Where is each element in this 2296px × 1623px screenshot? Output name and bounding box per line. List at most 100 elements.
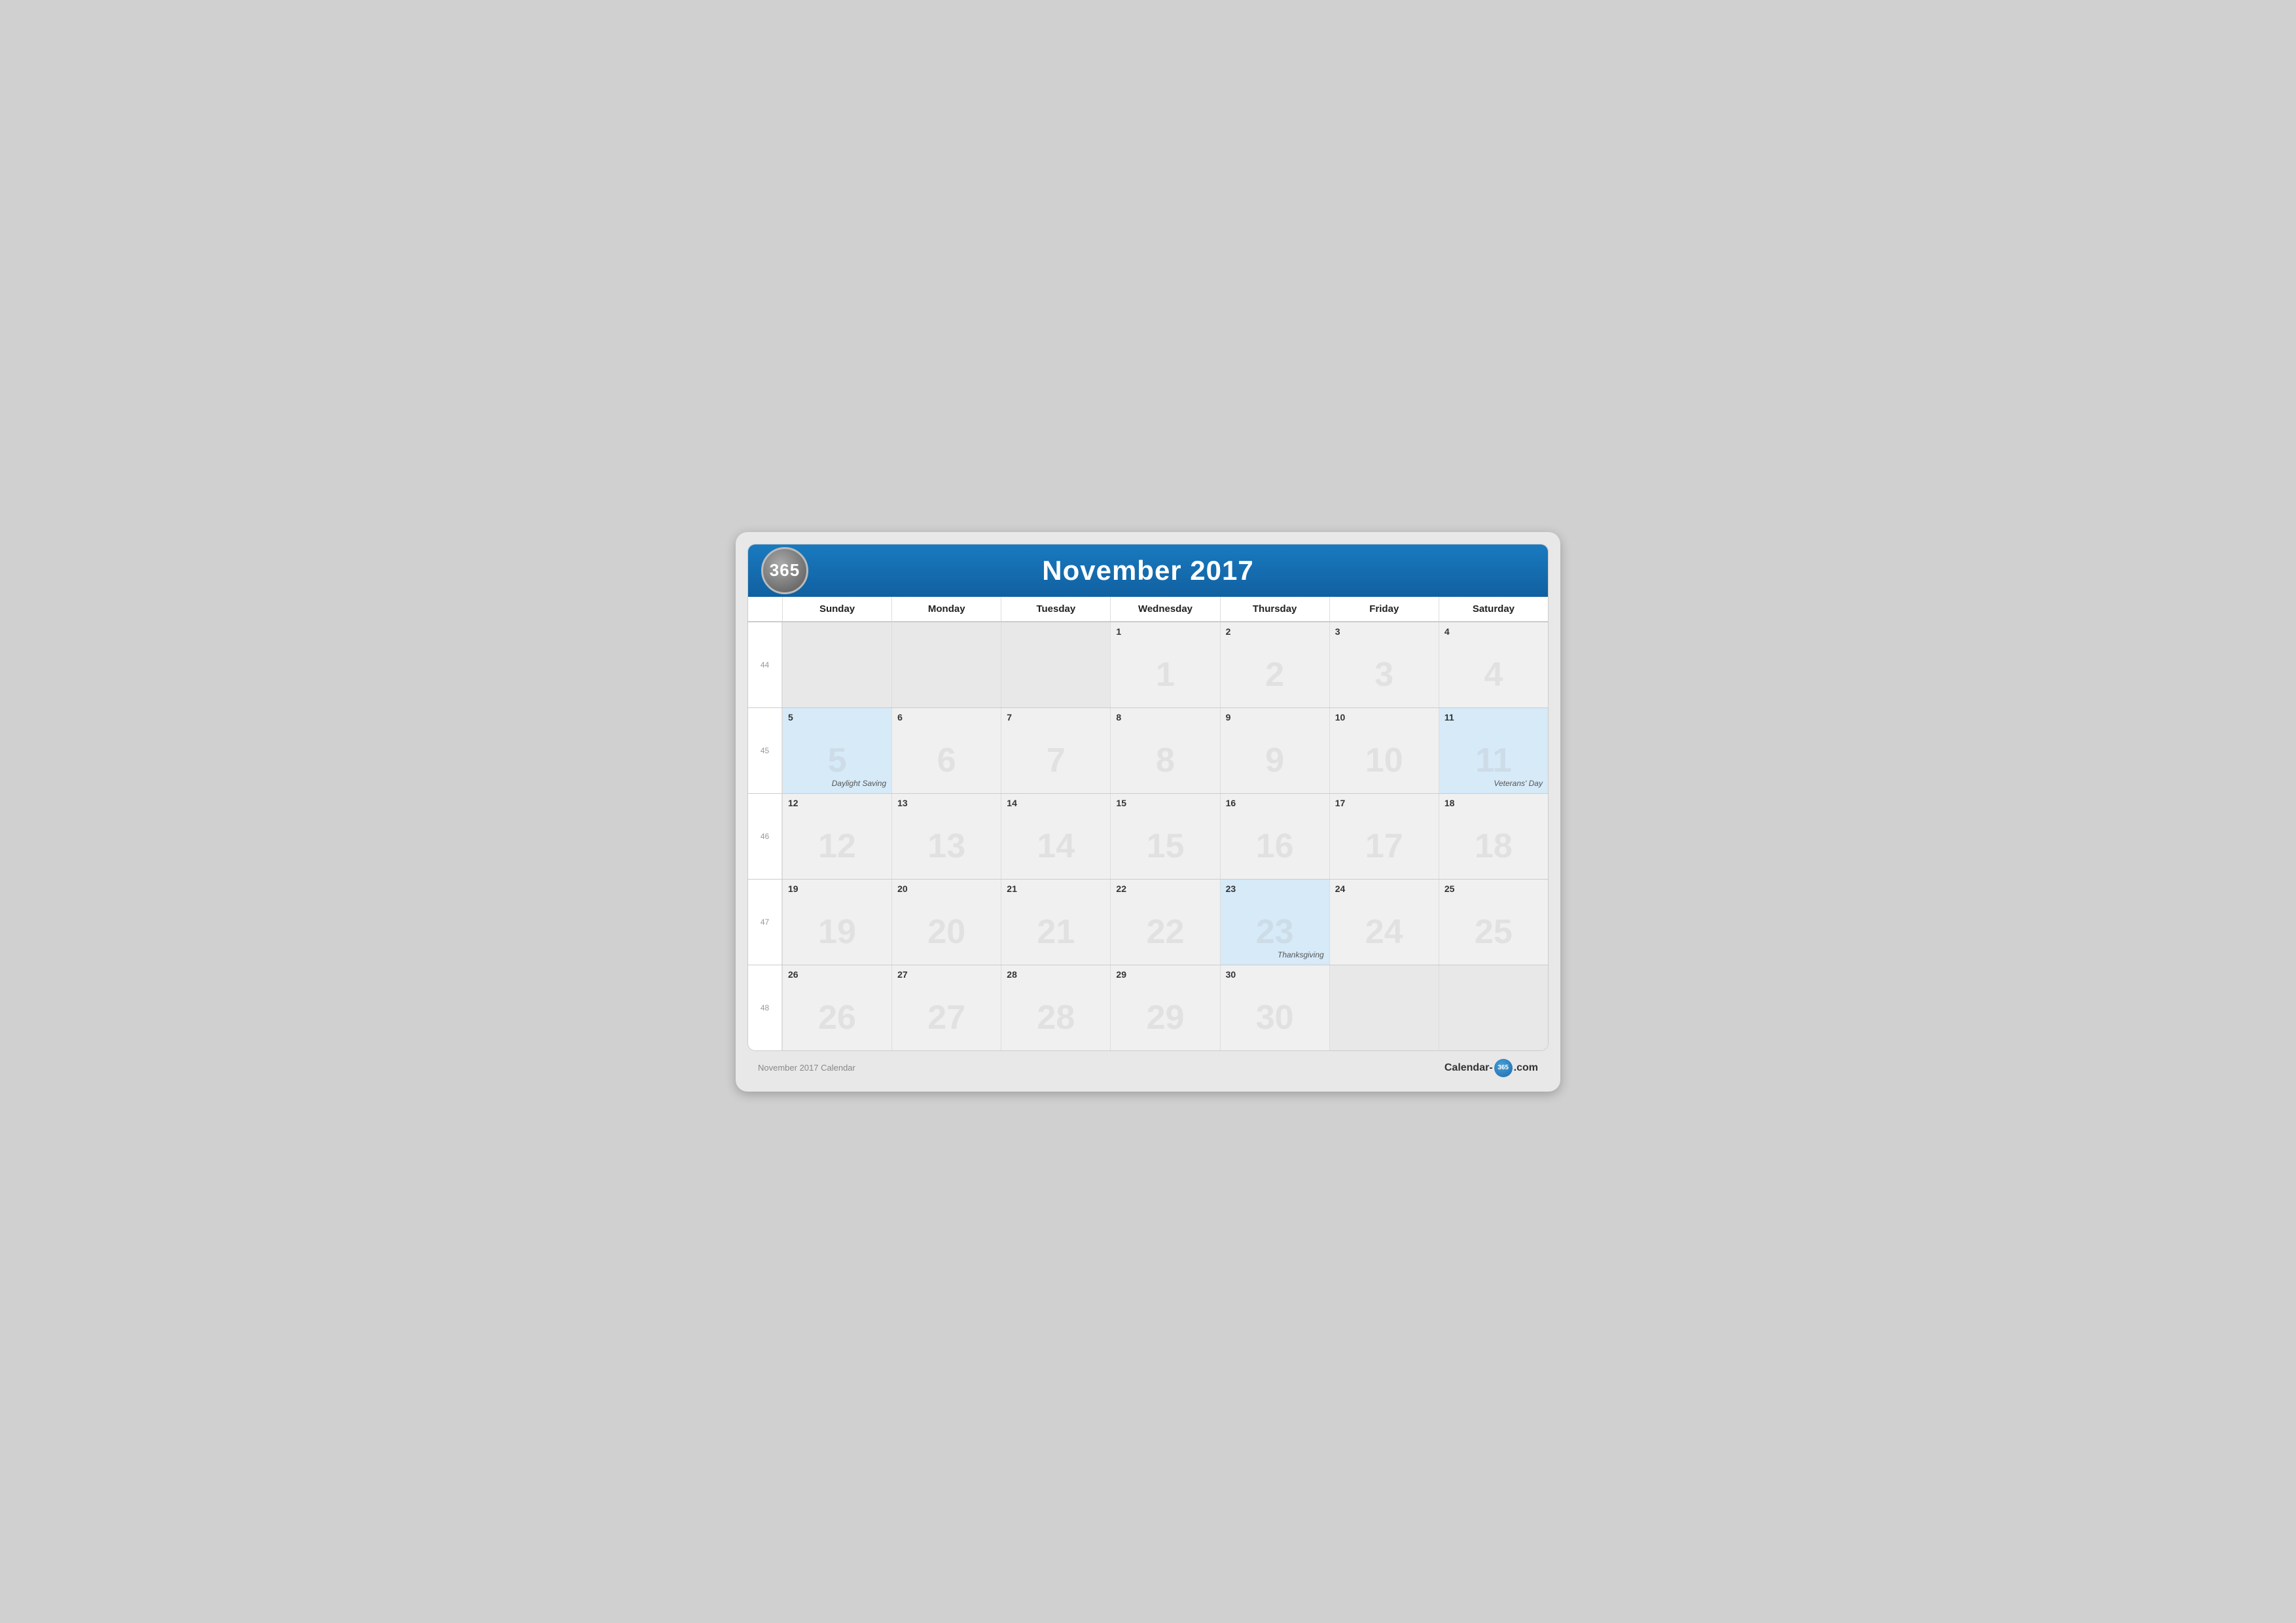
day-cell: 2424 (1329, 880, 1439, 965)
day-watermark: 3 (1374, 655, 1393, 694)
day-watermark: 6 (937, 741, 956, 780)
week-num-cell: 47 (748, 880, 782, 965)
day-watermark: 8 (1156, 741, 1175, 780)
day-number: 14 (1007, 798, 1105, 808)
day-cell: 2222 (1110, 880, 1219, 965)
day-cell: 22 (1220, 622, 1329, 707)
day-cell: 1515 (1110, 794, 1219, 879)
day-number: 28 (1007, 969, 1105, 980)
day-cell: 33 (1329, 622, 1439, 707)
day-watermark: 15 (1147, 827, 1185, 866)
day-cell: 14 14 (1001, 794, 1110, 879)
day-cell: 66 (891, 708, 1001, 793)
calendar-header: 365 November 2017 (748, 544, 1548, 597)
day-cell (1001, 622, 1110, 707)
day-cell: 77 (1001, 708, 1110, 793)
day-number: 30 (1226, 969, 1324, 980)
day-number: 5 (788, 712, 886, 722)
day-number: 26 (788, 969, 886, 980)
day-number: 16 (1226, 798, 1324, 808)
week-num-cell: 48 (748, 965, 782, 1050)
day-header-thursday: Thursday (1220, 597, 1329, 621)
day-number: 18 (1444, 798, 1543, 808)
day-header-friday: Friday (1329, 597, 1439, 621)
day-cell: 44 (1439, 622, 1548, 707)
day-number: 29 (1116, 969, 1214, 980)
day-cell: 1919 (782, 880, 891, 965)
page-title: November 2017 (764, 555, 1532, 586)
day-number: 22 (1116, 883, 1214, 894)
day-number: 13 (897, 798, 996, 808)
day-watermark: 30 (1256, 998, 1294, 1037)
day-cell: 2020 (891, 880, 1001, 965)
day-number: 2 (1226, 626, 1324, 637)
footer-left: November 2017 Calendar (758, 1063, 855, 1073)
day-header-tuesday: Tuesday (1001, 597, 1110, 621)
calendar-container: 365 November 2017 SundayMondayTuesdayWed… (747, 544, 1549, 1051)
day-number: 10 (1335, 712, 1433, 722)
day-number: 17 (1335, 798, 1433, 808)
day-watermark: 21 (1037, 912, 1075, 952)
day-number: 19 (788, 883, 886, 894)
day-cell: 12 12 (782, 794, 891, 879)
day-watermark: 11 (1475, 741, 1511, 780)
day-cell: 25 25 (1439, 880, 1548, 965)
day-cell: 2727 (891, 965, 1001, 1050)
calendar-row: 4719192020212122222323Thanksgiving242425… (748, 879, 1548, 965)
logo-circle: 365 (761, 547, 808, 594)
day-watermark: 7 (1047, 741, 1066, 780)
logo-text: 365 (770, 560, 800, 580)
day-header-sunday: Sunday (782, 597, 891, 621)
day-watermark: 4 (1484, 655, 1503, 694)
week-num-cell: 46 (748, 794, 782, 879)
event-label: Veterans' Day (1494, 779, 1543, 788)
day-watermark: 18 (1475, 827, 1513, 866)
day-watermark: 14 (1037, 827, 1075, 866)
day-number: 20 (897, 883, 996, 894)
footer-dot-com: .com (1514, 1062, 1538, 1074)
day-watermark: 25 (1475, 912, 1513, 952)
footer-365-circle: 365 (1494, 1059, 1513, 1077)
day-number: 4 (1444, 626, 1543, 637)
day-watermark: 12 (818, 827, 856, 866)
event-label: Daylight Saving (832, 779, 886, 788)
week-num-header-blank (748, 597, 782, 621)
day-number: 12 (788, 798, 886, 808)
day-cell: 1616 (1220, 794, 1329, 879)
day-watermark: 2 (1265, 655, 1284, 694)
day-number: 25 (1444, 883, 1543, 894)
day-cell (782, 622, 891, 707)
event-label: Thanksgiving (1278, 950, 1324, 959)
day-watermark: 9 (1265, 741, 1284, 780)
day-watermark: 1 (1156, 655, 1175, 694)
footer-right: Calendar- 365 .com (1444, 1059, 1538, 1077)
day-cell: 11 (1110, 622, 1219, 707)
day-cell (1329, 965, 1439, 1050)
day-number: 15 (1116, 798, 1214, 808)
day-watermark: 23 (1256, 912, 1294, 952)
day-watermark: 28 (1037, 998, 1075, 1037)
day-number: 21 (1007, 883, 1105, 894)
day-cell: 26 26 (782, 965, 891, 1050)
calendar-body: 44112233444555Daylight Saving66778899101… (748, 622, 1548, 1050)
day-cell: 1010 (1329, 708, 1439, 793)
page-wrapper: 365 November 2017 SundayMondayTuesdayWed… (736, 532, 1560, 1092)
day-number: 27 (897, 969, 996, 980)
day-watermark: 26 (818, 998, 856, 1037)
day-watermark: 13 (927, 827, 965, 866)
day-number: 6 (897, 712, 996, 722)
day-cell: 88 (1110, 708, 1219, 793)
day-cell: 2323Thanksgiving (1220, 880, 1329, 965)
day-watermark: 20 (927, 912, 965, 952)
footer: November 2017 Calendar Calendar- 365 .co… (747, 1051, 1549, 1080)
day-watermark: 17 (1365, 827, 1403, 866)
footer-calendar-text: Calendar- (1444, 1062, 1493, 1074)
day-cell: 1818 (1439, 794, 1548, 879)
day-cell: 99 (1220, 708, 1329, 793)
day-number: 11 (1444, 712, 1543, 722)
day-cell: 28 28 (1001, 965, 1110, 1050)
days-header: SundayMondayTuesdayWednesdayThursdayFrid… (748, 597, 1548, 622)
day-number: 23 (1226, 883, 1324, 894)
calendar-row: 461212131314141515161617171818 (748, 793, 1548, 879)
day-number: 24 (1335, 883, 1433, 894)
